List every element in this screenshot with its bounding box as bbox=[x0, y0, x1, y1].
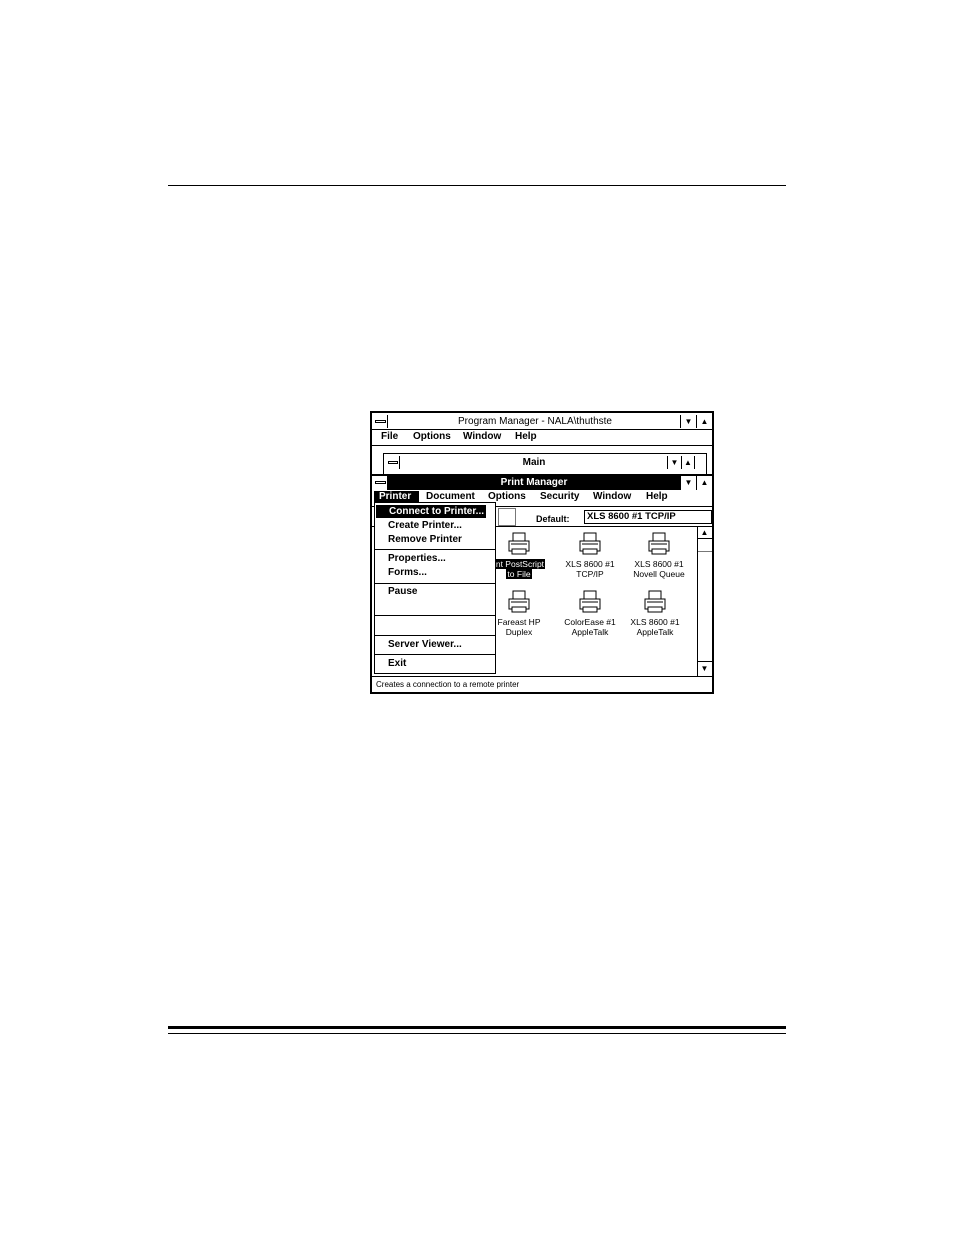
printer-label: AppleTalk bbox=[636, 627, 674, 637]
printer-item[interactable]: XLS 8600 #1 Novell Queue bbox=[624, 531, 694, 579]
printer-label: to File bbox=[506, 569, 532, 579]
menu-item-properties[interactable]: Properties... bbox=[375, 552, 495, 565]
printer-label: Novell Queue bbox=[633, 569, 685, 579]
printer-item[interactable]: ColorEase #1 AppleTalk bbox=[555, 589, 625, 637]
printer-label: TCP/IP bbox=[576, 569, 604, 579]
print-manager-maximize-icon[interactable]: ▲ bbox=[696, 476, 712, 490]
menu-item-create-printer[interactable]: Create Printer... bbox=[375, 519, 495, 532]
scroll-thumb[interactable] bbox=[698, 539, 712, 552]
printer-item[interactable]: XLS 8600 #1 TCP/IP bbox=[555, 531, 625, 579]
menu-options[interactable]: Options bbox=[488, 491, 526, 502]
print-manager-title: Print Manager bbox=[500, 477, 568, 488]
toolbar-button[interactable] bbox=[498, 508, 516, 526]
menu-item-connect-to-printer[interactable]: Connect to Printer... bbox=[376, 505, 486, 518]
top-rule bbox=[168, 185, 786, 186]
main-maximize-icon[interactable]: ▲ bbox=[681, 456, 695, 469]
menu-printer[interactable]: Printer bbox=[379, 491, 411, 502]
printer-icon bbox=[579, 532, 601, 555]
bottom-rule-thin bbox=[168, 1033, 786, 1034]
menu-document[interactable]: Document bbox=[426, 491, 475, 502]
printer-label: XLS 8600 #1 bbox=[634, 559, 684, 569]
printer-icon bbox=[644, 590, 666, 613]
menu-separator bbox=[375, 615, 495, 616]
pm-menu-options[interactable]: Options bbox=[413, 431, 451, 442]
divider bbox=[372, 676, 712, 677]
screenshot-frame: Program Manager - NALA\thuthste ▼ ▲ File… bbox=[370, 411, 714, 694]
printer-label: int PostScript bbox=[492, 559, 546, 569]
default-printer-select[interactable]: XLS 8600 #1 TCP/IP bbox=[584, 510, 712, 524]
printer-label: AppleTalk bbox=[571, 627, 609, 637]
print-manager-control-menu-icon[interactable] bbox=[372, 476, 388, 490]
status-bar-text: Creates a connection to a remote printer bbox=[376, 680, 520, 689]
menu-item-exit[interactable]: Exit bbox=[375, 657, 495, 670]
program-manager-maximize-icon[interactable]: ▲ bbox=[696, 415, 712, 428]
pm-menu-window[interactable]: Window bbox=[463, 431, 501, 442]
menu-separator bbox=[375, 654, 495, 655]
scroll-up-icon[interactable]: ▲ bbox=[697, 526, 712, 539]
menu-separator bbox=[375, 549, 495, 550]
print-manager-minimize-icon[interactable]: ▼ bbox=[680, 476, 696, 490]
pm-menu-file[interactable]: File bbox=[381, 431, 398, 442]
printer-icon bbox=[648, 532, 670, 555]
menu-separator bbox=[375, 583, 495, 584]
printer-icon bbox=[579, 590, 601, 613]
default-label: Default: bbox=[536, 514, 570, 524]
program-manager-title: Program Manager - NALA\thuthste bbox=[458, 416, 612, 427]
divider bbox=[372, 429, 712, 430]
main-control-menu-icon[interactable] bbox=[386, 456, 400, 469]
menu-security[interactable]: Security bbox=[540, 491, 579, 502]
program-manager-minimize-icon[interactable]: ▼ bbox=[680, 415, 696, 428]
menu-item-server-viewer[interactable]: Server Viewer... bbox=[375, 638, 495, 651]
main-minimize-icon[interactable]: ▼ bbox=[667, 456, 681, 469]
printer-icon bbox=[508, 532, 530, 555]
program-manager-control-menu-icon[interactable] bbox=[372, 415, 388, 428]
printer-item[interactable]: XLS 8600 #1 AppleTalk bbox=[620, 589, 690, 637]
menu-item-remove-printer[interactable]: Remove Printer bbox=[375, 533, 495, 546]
printer-dropdown-menu: Connect to Printer... Create Printer... … bbox=[374, 502, 496, 674]
menu-item-forms[interactable]: Forms... bbox=[375, 566, 495, 579]
printer-icon bbox=[508, 590, 530, 613]
printer-label: XLS 8600 #1 bbox=[565, 559, 615, 569]
pm-menu-help[interactable]: Help bbox=[515, 431, 537, 442]
printer-label: XLS 8600 #1 bbox=[630, 617, 680, 627]
printer-label: ColorEase #1 bbox=[564, 617, 616, 627]
menu-item-pause[interactable]: Pause bbox=[375, 585, 495, 598]
main-window-title: Main bbox=[522, 457, 546, 468]
menu-window[interactable]: Window bbox=[593, 491, 631, 502]
menu-help[interactable]: Help bbox=[646, 491, 668, 502]
scroll-down-icon[interactable]: ▼ bbox=[697, 661, 712, 675]
divider bbox=[372, 445, 712, 446]
menu-separator bbox=[375, 635, 495, 636]
bottom-rule-thick bbox=[168, 1026, 786, 1029]
